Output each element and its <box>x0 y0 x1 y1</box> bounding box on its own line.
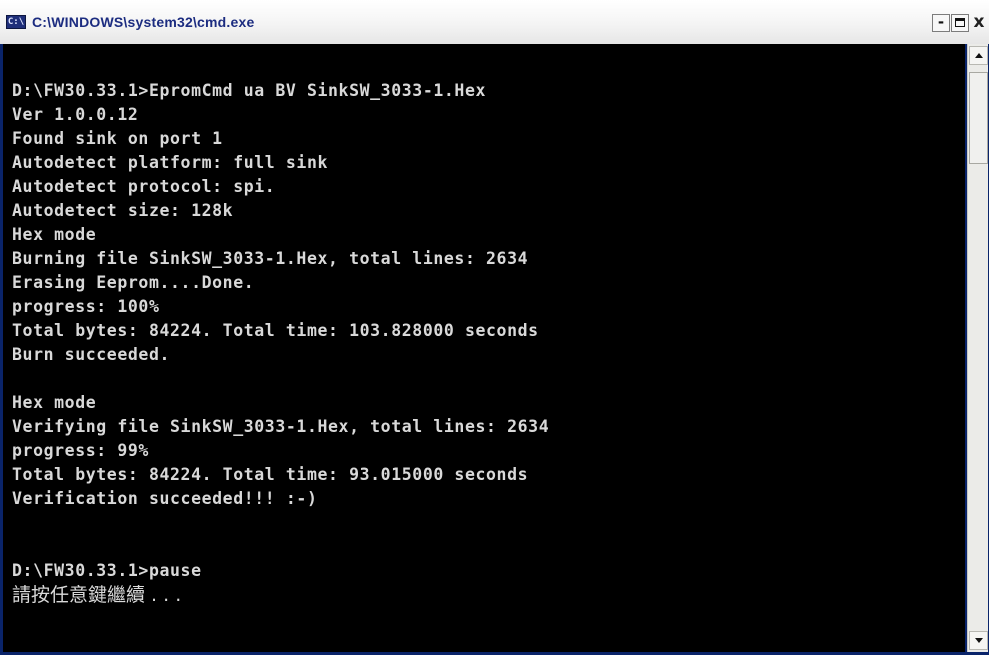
minimize-button[interactable]: - <box>932 14 950 32</box>
arrow-down-icon <box>975 638 983 643</box>
window-title: C:\WINDOWS\system32\cmd.exe <box>32 14 255 30</box>
console-line: Verification succeeded!!! :-) <box>12 489 318 508</box>
maximize-button[interactable] <box>951 14 969 32</box>
vertical-scrollbar[interactable] <box>967 44 988 652</box>
console-line: Total bytes: 84224. Total time: 103.8280… <box>12 321 539 340</box>
console-output[interactable]: D:\FW30.33.1>EpromCmd ua BV SinkSW_3033-… <box>3 44 965 652</box>
console-line: Verifying file SinkSW_3033-1.Hex, total … <box>12 417 550 436</box>
scroll-thumb[interactable] <box>969 72 988 164</box>
arrow-up-icon <box>975 53 983 58</box>
console-line: progress: 100% <box>12 297 160 316</box>
console-line: Total bytes: 84224. Total time: 93.01500… <box>12 465 529 484</box>
console-line: D:\FW30.33.1>EpromCmd ua BV SinkSW_3033-… <box>12 81 487 100</box>
console-line: Ver 1.0.0.12 <box>12 105 139 124</box>
console-app-icon[interactable]: C:\ <box>6 15 26 29</box>
console-line: Hex mode <box>12 393 97 412</box>
console-line: Found sink on port 1 <box>12 129 223 148</box>
scroll-down-button[interactable] <box>969 631 988 650</box>
close-button[interactable]: x <box>970 14 988 32</box>
console-line: Autodetect size: 128k <box>12 201 234 220</box>
cmd-window: C:\ C:\WINDOWS\system32\cmd.exe - x D:\F… <box>0 0 989 655</box>
console-line: Burning file SinkSW_3033-1.Hex, total li… <box>12 249 529 268</box>
console-prompt-line: 請按任意鍵繼續 . . . <box>12 584 182 606</box>
maximize-icon <box>955 18 965 27</box>
console-line: Erasing Eeprom....Done. <box>12 273 255 292</box>
console-line: Hex mode <box>12 225 97 244</box>
console-line: progress: 99% <box>12 441 149 460</box>
title-bar[interactable]: C:\ C:\WINDOWS\system32\cmd.exe - x <box>0 0 989 44</box>
console-line: D:\FW30.33.1>pause <box>12 561 202 580</box>
scroll-up-button[interactable] <box>969 46 988 65</box>
console-line: Autodetect protocol: spi. <box>12 177 276 196</box>
console-line: Autodetect platform: full sink <box>12 153 329 172</box>
console-line: Burn succeeded. <box>12 345 171 364</box>
